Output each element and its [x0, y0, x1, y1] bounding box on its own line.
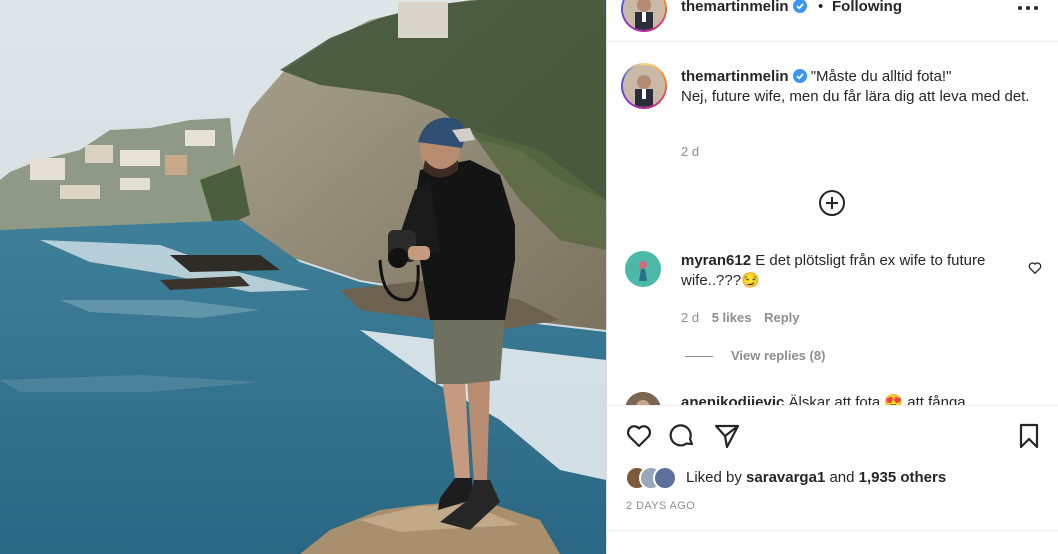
liked-by-others[interactable]: 1,935 others — [859, 469, 947, 486]
comment-text: Älskar att fota 😍 att fånga — [788, 394, 966, 405]
caption-text-line1: "Måste du alltid fota!" — [810, 68, 952, 85]
comments-list[interactable]: themartinmelin "Måste du alltid fota!" N… — [607, 43, 1058, 405]
more-icon[interactable] — [1015, 0, 1041, 16]
liked-by-text: Liked by saravarga1 and 1,935 others — [686, 469, 947, 486]
add-comment-bar[interactable] — [607, 530, 1058, 554]
author-username[interactable]: themartinmelin — [681, 0, 807, 15]
post-timestamp[interactable]: 2 DAYS AGO — [626, 500, 695, 512]
caption-timestamp: 2 d — [681, 144, 700, 159]
comment: myran612 E det plötsligt från ex wife to… — [681, 251, 1011, 291]
caption-avatar[interactable] — [621, 63, 667, 109]
add-circle-icon[interactable] — [818, 189, 846, 217]
post-photo[interactable] — [0, 0, 606, 554]
avatar — [653, 466, 677, 490]
comment-likes[interactable]: 5 likes — [712, 310, 752, 325]
comment-icon[interactable] — [669, 422, 697, 450]
comment-avatar[interactable] — [625, 251, 661, 287]
verified-icon — [792, 69, 807, 83]
share-icon[interactable] — [713, 422, 741, 450]
verified-icon — [792, 0, 807, 13]
comment-meta: 2 d 5 likes Reply — [681, 310, 809, 325]
post-actions: Liked by saravarga1 and 1,935 others 2 D… — [607, 405, 1058, 530]
heart-icon[interactable] — [1028, 261, 1042, 275]
post-header: themartinmelin • Following — [607, 0, 1058, 42]
avatar-portrait-icon — [623, 65, 665, 107]
caption-text-rest: Nej, future wife, men du får lära dig at… — [681, 88, 1030, 105]
avatar-portrait-icon — [625, 392, 661, 405]
post-side-panel: themartinmelin • Following themartinmeli… — [606, 0, 1058, 554]
comment-username[interactable]: anenikodijevic — [681, 394, 784, 405]
author-avatar[interactable] — [621, 0, 667, 32]
heart-icon[interactable] — [625, 422, 653, 450]
following-button[interactable]: Following — [832, 0, 902, 15]
bookmark-icon[interactable] — [1015, 422, 1043, 450]
comment-timestamp: 2 d — [681, 310, 700, 325]
comment: anenikodijevic Älskar att fota 😍 att fån… — [681, 393, 1041, 405]
post-caption: themartinmelin "Måste du alltid fota!" N… — [681, 67, 1041, 107]
liked-by-user[interactable]: saravarga1 — [746, 469, 825, 486]
avatar-portrait-icon — [625, 251, 661, 287]
header-separator: • — [818, 0, 824, 15]
reply-button[interactable]: Reply — [764, 310, 799, 325]
comment-username[interactable]: myran612 — [681, 252, 751, 269]
avatar-portrait-icon — [623, 0, 665, 30]
view-replies-button[interactable]: View replies (8) — [731, 348, 825, 363]
liked-by-avatars[interactable] — [625, 466, 685, 490]
comment-avatar[interactable] — [625, 392, 661, 405]
caption-username[interactable]: themartinmelin — [681, 68, 789, 85]
replies-divider — [685, 356, 713, 357]
photo-coastline-man-with-camera — [0, 0, 606, 554]
